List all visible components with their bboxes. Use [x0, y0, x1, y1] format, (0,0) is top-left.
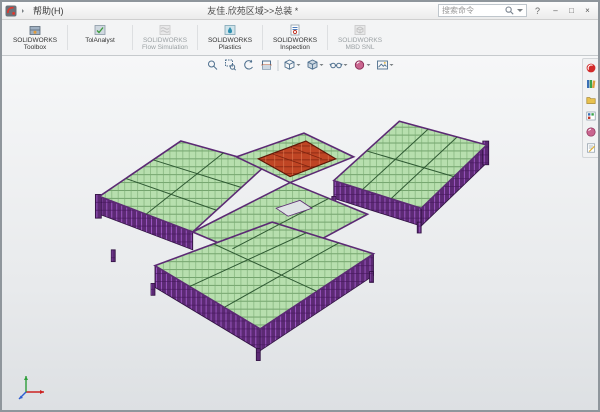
mbd-icon [354, 24, 366, 36]
ribbon-tab-label: SOLIDWORKS MBD SNL [331, 37, 389, 52]
previous-view-icon[interactable] [242, 58, 256, 72]
plastics-icon [224, 24, 236, 36]
search-input[interactable] [442, 6, 502, 15]
ribbon-tab-plastics[interactable]: SOLIDWORKS Plastics [201, 22, 259, 53]
appearances-icon[interactable] [586, 127, 596, 137]
ribbon-tab-inspection[interactable]: SOLIDWORKS Inspection [266, 22, 324, 53]
solidworks-window: 帮助(H) 友佳.欣苑区域>>总装 * ? – □ × SOLIDWORKS T… [0, 0, 600, 412]
ribbon-tab-label: TolAnalyst [85, 37, 115, 44]
chevron-down-icon[interactable] [390, 64, 394, 66]
edit-appearance-icon[interactable] [353, 58, 372, 72]
ribbon-tab-label: SOLIDWORKS Toolbox [6, 37, 64, 52]
section-view-icon[interactable] [260, 58, 274, 72]
tolanalyst-icon [94, 24, 106, 36]
app-logo-icon[interactable] [5, 5, 17, 17]
zoom-to-area-icon[interactable] [224, 58, 238, 72]
view-orientation-icon[interactable] [283, 58, 302, 72]
ribbon-tab-toolbox[interactable]: SOLIDWORKS Toolbox [6, 22, 64, 53]
ribbon-separator [327, 25, 328, 50]
zoom-to-fit-icon[interactable] [206, 58, 220, 72]
help-button[interactable]: ? [531, 4, 544, 17]
hide-show-items-icon[interactable] [329, 58, 349, 72]
toolbox-icon [29, 24, 41, 36]
graphics-viewport[interactable] [2, 56, 598, 410]
inspection-icon [289, 24, 301, 36]
menu-help[interactable]: 帮助(H) [29, 4, 68, 17]
design-library-icon[interactable] [586, 79, 596, 89]
search-scope-chevron-icon[interactable] [517, 9, 523, 12]
chevron-down-icon[interactable] [367, 64, 371, 66]
display-style-icon[interactable] [306, 58, 325, 72]
flow-simulation-icon [159, 24, 171, 36]
file-explorer-icon[interactable] [586, 95, 596, 105]
ribbon-separator [197, 25, 198, 50]
ribbon-separator [132, 25, 133, 50]
menu-expand-icon[interactable] [22, 9, 24, 13]
model-canvas[interactable] [2, 56, 598, 410]
search-icon[interactable] [505, 6, 514, 15]
command-search[interactable] [438, 4, 527, 17]
close-button[interactable]: × [580, 4, 595, 17]
ribbon-tab-mbd[interactable]: SOLIDWORKS MBD SNL [331, 22, 389, 53]
ribbon-tab-flow-simulation[interactable]: SOLIDWORKS Flow Simulation [136, 22, 194, 53]
ribbon-tab-tolanalyst[interactable]: TolAnalyst [71, 22, 129, 53]
chevron-down-icon[interactable] [297, 64, 301, 66]
custom-properties-icon[interactable] [586, 143, 596, 153]
command-manager-ribbon: SOLIDWORKS Toolbox TolAnalyst SOLIDWORKS… [2, 20, 598, 56]
window-controls: – □ × [548, 4, 595, 17]
ribbon-tab-label: SOLIDWORKS Flow Simulation [136, 37, 194, 52]
chevron-down-icon[interactable] [344, 64, 348, 66]
maximize-button[interactable]: □ [564, 4, 579, 17]
ribbon-separator [262, 25, 263, 50]
ribbon-tab-label: SOLIDWORKS Plastics [201, 37, 259, 52]
document-title: 友佳.欣苑区域>>总装 * [72, 4, 435, 17]
orientation-triad [16, 368, 50, 402]
ribbon-tab-label: SOLIDWORKS Inspection [266, 37, 324, 52]
ribbon-separator [67, 25, 68, 50]
view-palette-icon[interactable] [586, 111, 596, 121]
minimize-button[interactable]: – [548, 4, 563, 17]
chevron-down-icon[interactable] [320, 64, 324, 66]
solidworks-resources-icon[interactable] [586, 63, 596, 73]
title-bar: 帮助(H) 友佳.欣苑区域>>总装 * ? – □ × [2, 2, 598, 20]
task-pane-strip [582, 58, 598, 158]
headsup-view-toolbar [206, 58, 395, 72]
hud-separator [278, 60, 279, 71]
apply-scene-icon[interactable] [376, 58, 395, 72]
